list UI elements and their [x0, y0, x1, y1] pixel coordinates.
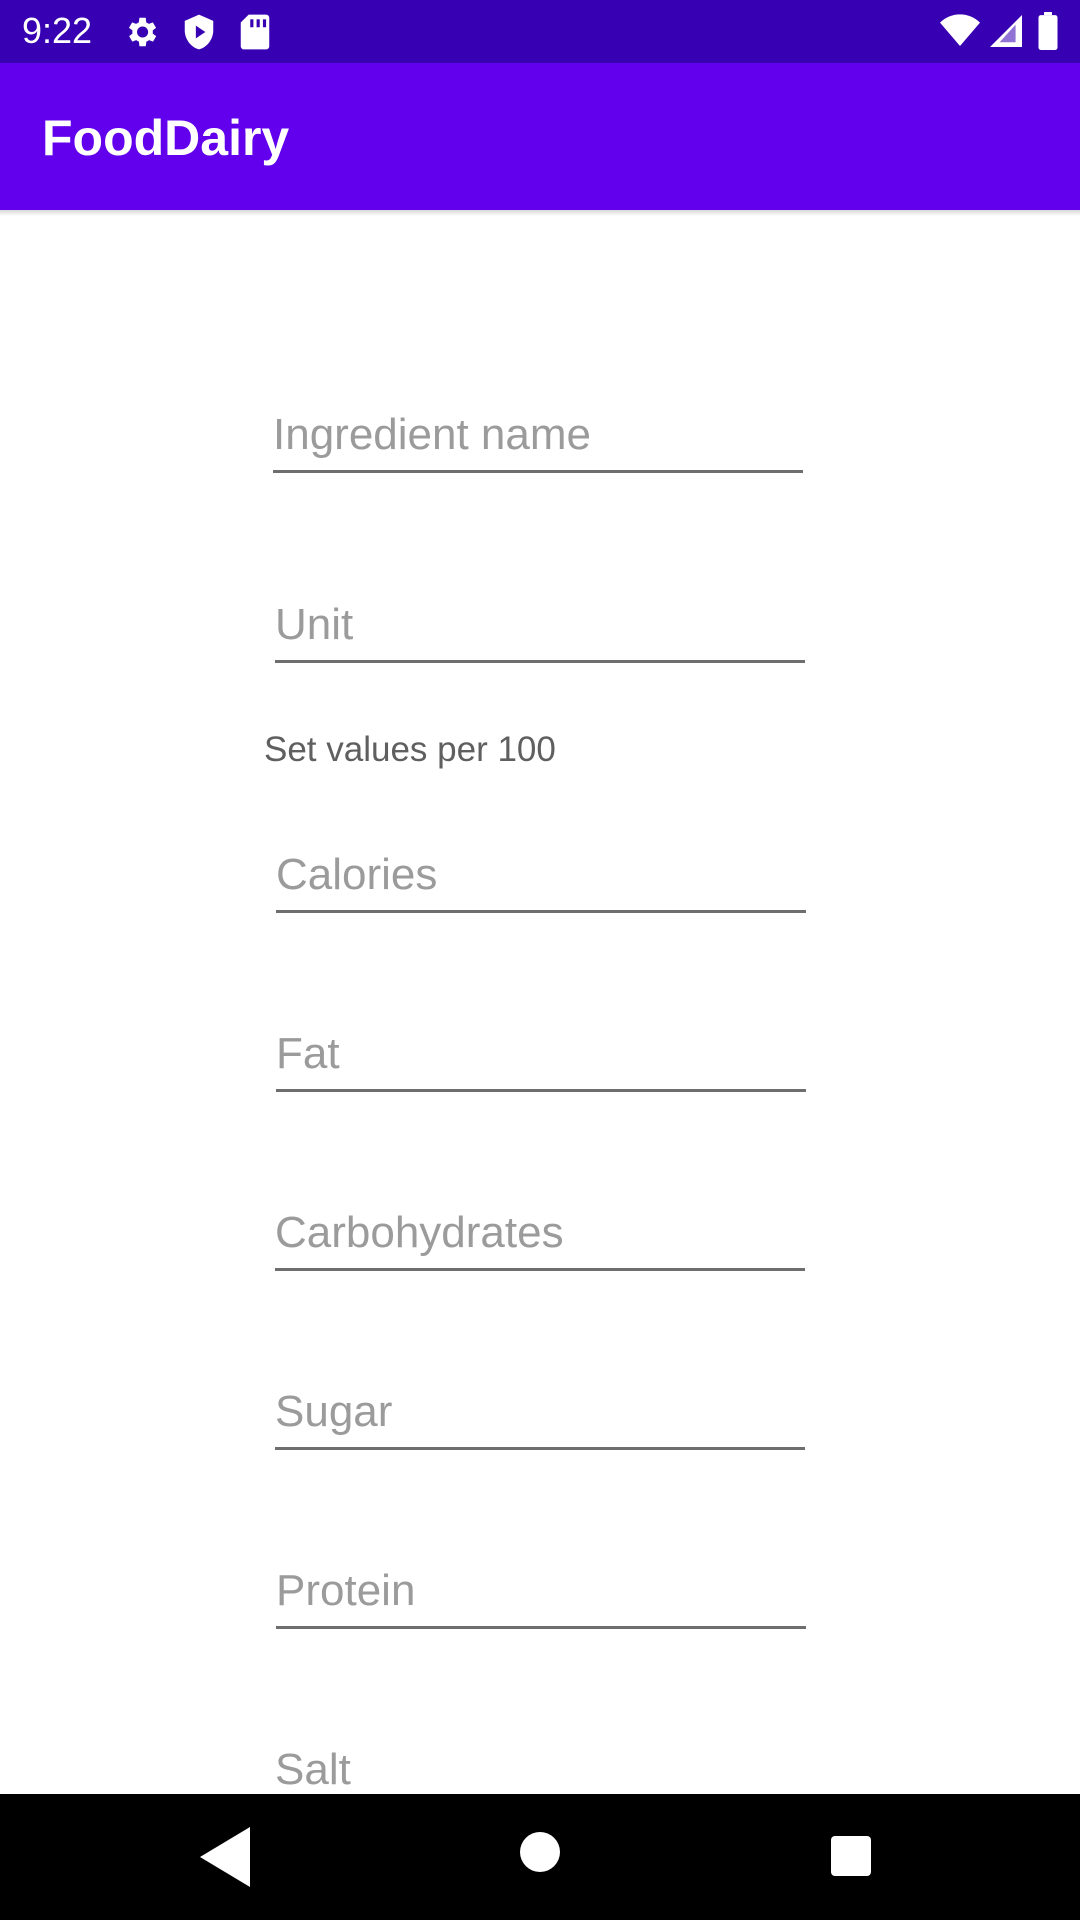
sugar-field[interactable] [275, 1376, 805, 1450]
home-icon[interactable] [520, 1832, 560, 1877]
recents-icon[interactable] [831, 1836, 871, 1881]
app-title: FoodDairy [42, 110, 290, 166]
signal-icon [990, 14, 1022, 53]
protein-input[interactable] [276, 1566, 806, 1616]
carbohydrates-input[interactable] [275, 1208, 805, 1258]
protein-field[interactable] [276, 1555, 806, 1629]
ingredient-name-input[interactable] [273, 410, 803, 460]
status-bar: 9:22 [0, 0, 1080, 63]
calories-input[interactable] [276, 850, 806, 900]
per-100-label: Set values per 100 [264, 730, 556, 769]
wifi-icon [940, 14, 980, 53]
app-bar: FoodDairy [0, 63, 1080, 210]
app-bar-shadow [0, 210, 1080, 216]
navigation-bar [0, 1794, 1080, 1920]
salt-input[interactable] [275, 1745, 805, 1795]
fat-input[interactable] [276, 1029, 806, 1079]
status-time: 9:22 [22, 10, 93, 51]
fat-field[interactable] [276, 1018, 806, 1092]
shield-play-icon [180, 13, 218, 56]
calories-field[interactable] [276, 839, 806, 913]
back-icon[interactable] [200, 1827, 250, 1892]
sd-card-icon [238, 13, 272, 56]
gear-icon [122, 13, 160, 56]
ingredient-name-field[interactable] [273, 399, 803, 473]
unit-field[interactable] [275, 589, 805, 663]
carbohydrates-field[interactable] [275, 1197, 805, 1271]
unit-input[interactable] [275, 600, 805, 650]
sugar-input[interactable] [275, 1387, 805, 1437]
battery-icon [1038, 12, 1058, 55]
